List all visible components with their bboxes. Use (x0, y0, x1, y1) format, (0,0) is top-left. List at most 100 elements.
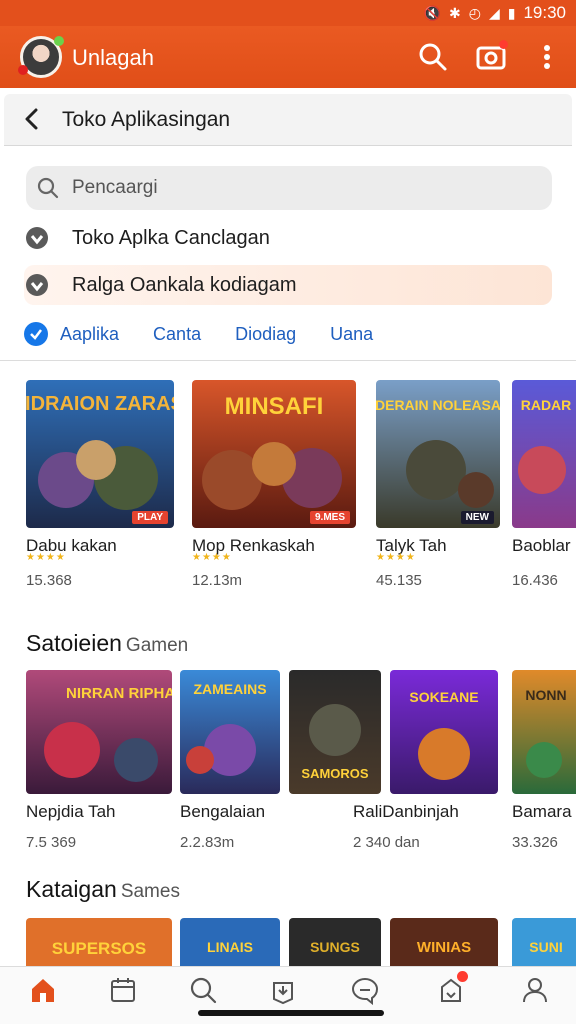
suggestion-item[interactable]: Ralga Oankala kodiagam (24, 265, 552, 305)
game-card[interactable]: SUNI (512, 918, 576, 966)
game-title: Baoblar (512, 536, 571, 555)
rating-stars: ★★★★ (26, 552, 66, 563)
svg-text:SUPERSOS: SUPERSOS (52, 939, 146, 958)
download-count: 7.5 369 (26, 834, 77, 851)
game-thumbnail: ZAMEAINS (180, 670, 280, 794)
rating-stars: ★★★★ (376, 552, 416, 563)
app-bar: Unlagah (0, 26, 576, 88)
section-subheading: Gamen (125, 635, 189, 656)
home-indicator[interactable] (198, 1010, 384, 1016)
online-dot (54, 36, 64, 46)
signal-icon: ◢ (488, 4, 500, 21)
shield-icon (26, 274, 48, 296)
notifications-icon[interactable] (436, 971, 468, 1005)
game-thumbnail: MINSAFI 9.MES (192, 380, 356, 528)
back-arrow-icon[interactable] (20, 106, 46, 132)
svg-text:NDERAIN NOLEASAN: NDERAIN NOLEASAN (376, 397, 500, 413)
section-heading: Kataigan (26, 876, 117, 902)
status-bar: 🔇 ✱ ◴ ◢ ▮ 19:30 (0, 0, 576, 26)
svg-text:SOKEANE: SOKEANE (409, 689, 478, 705)
svg-text:LINAIS: LINAIS (207, 939, 253, 955)
game-card[interactable]: SAMOROS RaliDanbinjah 2 340 dan (289, 670, 459, 851)
game-card[interactable]: SUPERSOS (26, 918, 172, 966)
alert-dot (18, 65, 28, 75)
download-count: 2.2.83m (180, 834, 235, 851)
download-count: 15.368 (26, 572, 72, 589)
home-icon[interactable] (28, 975, 58, 1005)
filter-chips: Aaplika Canta Diodiag Uana (24, 318, 373, 350)
profile-icon[interactable] (520, 975, 550, 1005)
suggestion-label: Ralga Oankala kodiagam (72, 273, 297, 296)
svg-text:NIRRAN RIPHAN: NIRRAN RIPHAN (66, 685, 172, 702)
section-title: Satoieien Gamen (26, 630, 188, 657)
section-subheading: Sames (120, 881, 180, 902)
svg-text:RIDRAION ZARASI: RIDRAION ZARASI (26, 393, 174, 415)
rating-stars: ★★★★ (192, 552, 232, 563)
game-thumbnail: SUNGS (289, 918, 381, 966)
game-title: Nepjdia Tah (26, 802, 116, 821)
notification-badge (457, 971, 468, 982)
game-card[interactable]: RADAR Baoblar 16.436 (512, 380, 576, 589)
game-card[interactable]: SOKEANE (390, 670, 498, 794)
chat-icon[interactable] (350, 975, 380, 1006)
game-thumbnail: WINIAS (390, 918, 498, 966)
section-heading: Satoieien (26, 630, 122, 656)
svg-text:WINIAS: WINIAS (417, 939, 471, 956)
download-count: 12.13m (192, 572, 243, 589)
game-card[interactable]: SUNGS (289, 918, 381, 966)
svg-text:SAMOROS: SAMOROS (301, 766, 369, 781)
game-thumbnail: RADAR (512, 380, 576, 528)
game-card[interactable]: WINIAS (390, 918, 498, 966)
svg-text:SUNGS: SUNGS (310, 939, 360, 955)
chip-aaplika[interactable]: Aaplika (60, 324, 119, 345)
game-thumbnail: RIDRAION ZARASI PLAY (26, 380, 174, 528)
suggestion-label: Toko Aplka Canclagan (72, 226, 270, 249)
search-input[interactable] (72, 174, 532, 202)
game-card[interactable]: NONN Bamara 33.326 (512, 670, 576, 851)
game-title: RaliDanbinjah (353, 802, 459, 821)
check-icon[interactable] (24, 322, 48, 346)
download-icon[interactable] (268, 975, 298, 1005)
search-icon[interactable] (416, 40, 450, 74)
search-icon[interactable] (188, 975, 218, 1005)
camera-badge (499, 40, 508, 49)
download-count: 2 340 dan (353, 834, 420, 851)
svg-text:RADAR: RADAR (521, 397, 572, 413)
game-card[interactable]: NDERAIN NOLEASAN NEW Talyk Tah ★★★★ 45.1… (376, 380, 500, 589)
game-thumbnail: NIRRAN RIPHAN (26, 670, 172, 794)
game-thumbnail: SUPERSOS (26, 918, 172, 966)
game-card[interactable]: NIRRAN RIPHAN Nepjdia Tah 7.5 369 (26, 670, 172, 851)
game-tag: PLAY (132, 511, 168, 524)
download-count: 33.326 (512, 834, 558, 851)
game-thumbnail: SUNI (512, 918, 576, 966)
store-header: Toko Aplikasingan (4, 94, 572, 146)
more-icon[interactable] (530, 40, 564, 74)
status-time: 19:30 (523, 3, 566, 22)
divider (0, 360, 576, 361)
app-title: Unlagah (72, 45, 154, 70)
suggestion-item[interactable]: Toko Aplka Canclagan (24, 218, 552, 258)
game-tag: NEW (460, 511, 494, 524)
shield-icon (26, 227, 48, 249)
page-title: Toko Aplikasingan (62, 108, 231, 131)
game-card[interactable]: LINAIS (180, 918, 280, 966)
chip-canta[interactable]: Canta (153, 324, 201, 345)
game-thumbnail: NONN (512, 670, 576, 794)
avatar[interactable] (18, 36, 64, 78)
game-title: Bamara (512, 802, 572, 821)
wifi-icon: ◴ (468, 4, 481, 21)
game-thumbnail: NDERAIN NOLEASAN NEW (376, 380, 500, 528)
search-bar[interactable] (26, 166, 552, 210)
game-card[interactable]: ZAMEAINS Bengalaian 2.2.83m (180, 670, 280, 851)
battery-icon: ▮ (507, 4, 516, 21)
game-title: Bengalaian (180, 802, 266, 821)
game-card[interactable]: MINSAFI 9.MES Mop Renkaskah ★★★★ 12.13m (192, 380, 356, 589)
game-tag: 9.MES (309, 511, 350, 524)
section-title: Kataigan Sames (26, 876, 180, 903)
svg-text:ZAMEAINS: ZAMEAINS (193, 681, 266, 697)
game-card[interactable]: RIDRAION ZARASI PLAY Dabu kakan ★★★★ 15.… (26, 380, 174, 589)
calendar-icon[interactable] (108, 975, 138, 1005)
chip-diodiag[interactable]: Diodiag (235, 324, 296, 345)
chip-uana[interactable]: Uana (330, 324, 373, 345)
camera-icon[interactable] (474, 40, 508, 74)
